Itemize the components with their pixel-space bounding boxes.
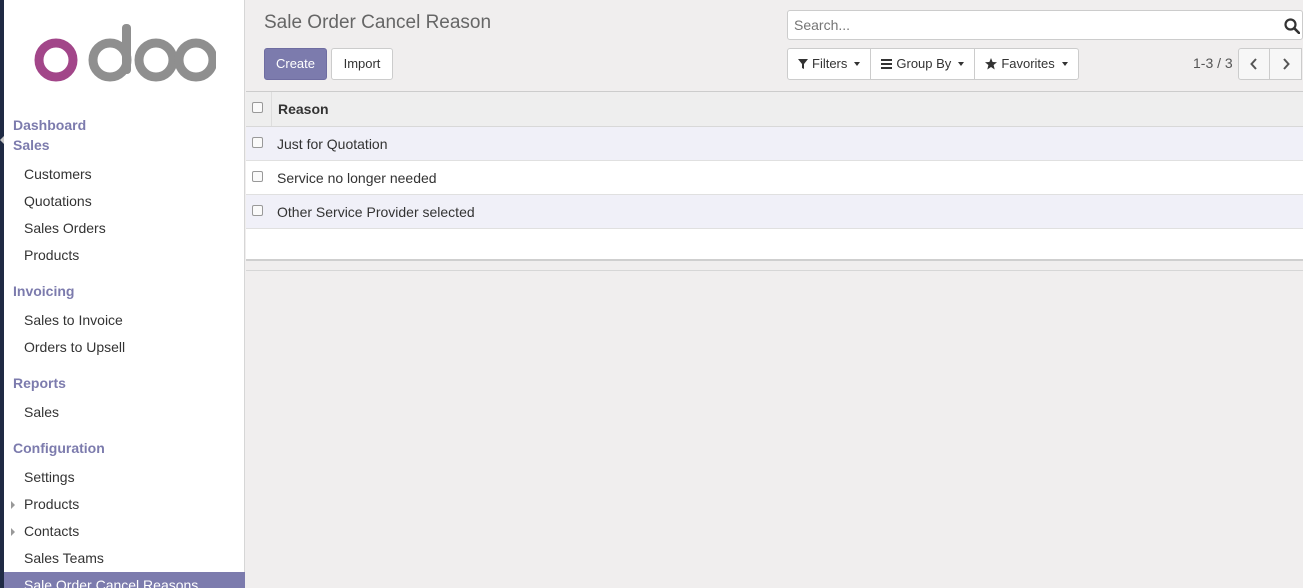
page-title: Sale Order Cancel Reason [264,12,492,33]
table-row[interactable]: Service no longer needed [246,161,1303,195]
favorites-button[interactable]: Favorites [975,49,1077,79]
sidebar-nav: Dashboard Sales Customers Quotations Sal… [4,115,245,588]
table-footer [246,261,1303,271]
search-box [787,10,1303,40]
reasons-table: Reason Just for Quotation Service no lon… [246,91,1303,271]
sidebar-item-sales-to-invoice[interactable]: Sales to Invoice [4,307,245,334]
create-button[interactable]: Create [264,48,327,80]
search-options-group: Filters Group By Favorites [787,48,1079,80]
column-header-reason[interactable]: Reason [278,101,329,117]
row-checkbox[interactable] [252,137,263,148]
sidebar-item-settings[interactable]: Settings [4,464,245,491]
chevron-down-icon [854,62,861,66]
sidebar-item-config-products[interactable]: Products [4,491,245,518]
sidebar-section-reports[interactable]: Reports [4,373,245,393]
sidebar-section-invoicing[interactable]: Invoicing [4,281,245,301]
odoo-logo[interactable] [32,20,216,86]
sidebar-item-sale-order-cancel-reasons[interactable]: Sale Order Cancel Reasons [4,572,245,588]
pager-next-button[interactable] [1270,48,1302,80]
sidebar: Dashboard Sales Customers Quotations Sal… [4,0,245,588]
pager-value[interactable]: 1-3 / 3 [1193,55,1233,71]
sidebar-section-configuration[interactable]: Configuration [4,438,245,458]
table-empty-row [246,229,1303,261]
reason-cell: Other Service Provider selected [277,204,475,220]
import-button[interactable]: Import [331,48,393,80]
chevron-down-icon [958,62,965,66]
chevron-right-icon [1282,58,1290,70]
search-input[interactable] [788,11,1268,39]
table-header: Reason [246,92,1303,127]
pager-previous-button[interactable] [1238,48,1270,80]
table-row[interactable]: Other Service Provider selected [246,195,1303,229]
sidebar-item-reports-sales[interactable]: Sales [4,399,245,426]
favorites-label: Favorites [1001,56,1055,71]
search-icon[interactable] [1284,18,1300,34]
group-by-button[interactable]: Group By [871,49,976,79]
sidebar-item-orders-to-upsell[interactable]: Orders to Upsell [4,334,245,361]
sidebar-item-sales-orders[interactable]: Sales Orders [4,215,245,242]
filters-label: Filters [812,56,848,71]
filters-button[interactable]: Filters [788,49,872,79]
reason-cell: Service no longer needed [277,170,437,186]
list-icon [881,59,893,69]
chevron-down-icon [1061,62,1068,66]
select-all-checkbox[interactable] [252,102,263,113]
sidebar-section-dashboard[interactable]: Dashboard [4,115,245,135]
star-icon [985,58,998,70]
group-by-label: Group By [896,56,952,71]
pager-buttons [1238,48,1302,80]
row-checkbox[interactable] [252,171,263,182]
sidebar-item-contacts[interactable]: Contacts [4,518,245,545]
sidebar-item-products[interactable]: Products [4,242,245,269]
chevron-left-icon [1250,58,1257,70]
sidebar-item-sales-teams[interactable]: Sales Teams [4,545,245,572]
main-content: Sale Order Cancel Reason Create Import F… [246,0,1303,588]
row-checkbox[interactable] [252,205,263,216]
filter-icon [798,59,808,69]
sidebar-item-quotations[interactable]: Quotations [4,188,245,215]
table-row[interactable]: Just for Quotation [246,127,1303,161]
sidebar-section-sales[interactable]: Sales [4,135,245,155]
reason-cell: Just for Quotation [277,136,388,152]
sidebar-item-customers[interactable]: Customers [4,161,245,188]
